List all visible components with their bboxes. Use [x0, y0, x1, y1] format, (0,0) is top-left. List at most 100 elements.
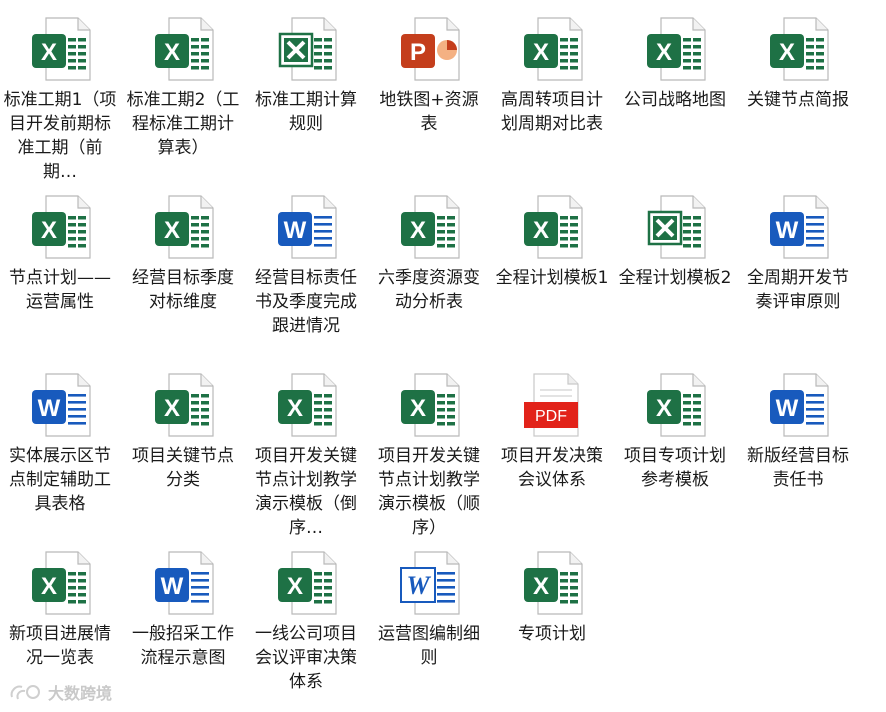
svg-text:X: X — [287, 395, 303, 422]
svg-text:X: X — [410, 395, 426, 422]
file-name: 全周期开发节奏评审原则 — [747, 268, 849, 312]
excel-file-icon: X — [30, 194, 94, 260]
word-file-icon: W — [30, 372, 94, 438]
file-item[interactable]: 标准工期计算规则 — [246, 2, 364, 178]
file-name: 标准工期计算规则 — [255, 90, 357, 134]
svg-text:W: W — [776, 395, 799, 422]
file-name: 标准工期2（工程标准工期计算表） — [126, 90, 240, 158]
file-name: 全程计划模板1 — [495, 268, 609, 288]
file-name: 项目开发关键节点计划教学演示模板（倒序… — [255, 446, 357, 538]
watermark: 大数跨境 — [8, 680, 112, 704]
word-file-icon: W — [153, 550, 217, 616]
file-item[interactable]: X 六季度资源变动分析表 — [369, 180, 487, 356]
excel-file-icon: X — [645, 16, 709, 82]
svg-text:W: W — [776, 217, 799, 244]
file-name: 新项目进展情况一览表 — [9, 624, 111, 668]
excel-file-icon: X — [153, 194, 217, 260]
svg-text:PDF: PDF — [535, 408, 567, 425]
file-name: 项目开发关键节点计划教学演示模板（顺序） — [378, 446, 480, 538]
file-item[interactable]: P 地铁图+资源表 — [369, 2, 487, 178]
file-item[interactable]: X 经营目标季度对标维度 — [123, 180, 241, 356]
powerpoint-file-icon: P — [399, 16, 463, 82]
svg-text:X: X — [779, 39, 795, 66]
svg-text:W: W — [284, 217, 307, 244]
file-item[interactable]: W 全周期开发节奏评审原则 — [738, 180, 856, 356]
file-name: 项目开发决策会议体系 — [501, 446, 603, 490]
svg-text:W: W — [161, 573, 184, 600]
file-name: 项目专项计划参考模板 — [624, 446, 726, 490]
file-grid: X 标准工期1（项目开发前期标准工期（前期… X 标准工期2（工程标准工期计算表） 标准… — [0, 0, 886, 710]
file-item[interactable]: X 专项计划 — [492, 536, 610, 712]
file-item[interactable]: 全程计划模板2 — [615, 180, 733, 356]
file-name: 公司战略地图 — [624, 90, 726, 110]
svg-text:X: X — [533, 573, 549, 600]
excel-file-icon: X — [30, 550, 94, 616]
file-name: 实体展示区节点制定辅助工具表格 — [9, 446, 111, 514]
svg-text:W: W — [38, 395, 61, 422]
file-item[interactable]: X 标准工期1（项目开发前期标准工期（前期… — [0, 2, 118, 182]
file-name: 一线公司项目会议评审决策体系 — [255, 624, 357, 692]
word-file-icon: W — [276, 194, 340, 260]
excel-file-icon: X — [276, 550, 340, 616]
file-name: 专项计划 — [518, 624, 586, 644]
file-item[interactable]: PDF 项目开发决策会议体系 — [492, 358, 610, 534]
file-name: 六季度资源变动分析表 — [378, 268, 480, 312]
svg-text:W: W — [406, 571, 431, 600]
svg-text:X: X — [410, 217, 426, 244]
svg-text:X: X — [41, 573, 57, 600]
excel-file-icon: X — [153, 16, 217, 82]
file-item[interactable]: W 运营图编制细则 — [369, 536, 487, 712]
file-name: 关键节点简报 — [747, 90, 849, 110]
file-name: 新版经营目标责任书 — [747, 446, 849, 490]
file-item[interactable]: X 关键节点简报 — [738, 2, 856, 178]
svg-text:P: P — [410, 39, 426, 66]
file-item[interactable]: X 项目开发关键节点计划教学演示模板（倒序… — [246, 358, 364, 538]
svg-text:X: X — [164, 395, 180, 422]
file-item[interactable]: W 新版经营目标责任书 — [738, 358, 856, 534]
file-name: 一般招采工作流程示意图 — [132, 624, 234, 668]
excel-file-icon: X — [276, 372, 340, 438]
file-item[interactable]: X 项目关键节点分类 — [123, 358, 241, 534]
file-item[interactable]: X 标准工期2（工程标准工期计算表） — [123, 2, 241, 178]
excel-file-icon: X — [645, 372, 709, 438]
svg-text:X: X — [533, 217, 549, 244]
svg-text:X: X — [164, 217, 180, 244]
excel-file-icon: X — [399, 372, 463, 438]
file-item[interactable]: X 一线公司项目会议评审决策体系 — [246, 536, 364, 712]
file-name: 地铁图+资源表 — [379, 90, 479, 134]
file-name: 项目关键节点分类 — [132, 446, 234, 490]
svg-text:X: X — [533, 39, 549, 66]
file-item[interactable]: W 一般招采工作流程示意图 — [123, 536, 241, 712]
file-name: 节点计划——运营属性 — [9, 268, 111, 312]
svg-text:X: X — [41, 217, 57, 244]
excel-file-icon: X — [768, 16, 832, 82]
file-name: 经营目标季度对标维度 — [132, 268, 234, 312]
svg-text:X: X — [41, 39, 57, 66]
svg-text:X: X — [164, 39, 180, 66]
excel-file-icon: X — [399, 194, 463, 260]
excel-file-icon: X — [522, 550, 586, 616]
svg-text:X: X — [656, 395, 672, 422]
file-name: 标准工期1（项目开发前期标准工期（前期… — [3, 90, 117, 182]
file-item[interactable]: X 节点计划——运营属性 — [0, 180, 118, 356]
watermark-text: 大数跨境 — [48, 684, 113, 703]
svg-text:X: X — [656, 39, 672, 66]
file-item[interactable]: X 全程计划模板1 — [492, 180, 610, 356]
word-file-icon: W — [768, 194, 832, 260]
svg-text:X: X — [287, 573, 303, 600]
file-item[interactable]: X 项目专项计划参考模板 — [615, 358, 733, 534]
file-item[interactable]: W 实体展示区节点制定辅助工具表格 — [0, 358, 118, 534]
file-name: 全程计划模板2 — [618, 268, 732, 288]
file-name: 运营图编制细则 — [378, 624, 480, 668]
excel-legacy-file-icon — [276, 16, 340, 82]
word-file-icon: W — [768, 372, 832, 438]
file-item[interactable]: W 经营目标责任书及季度完成跟进情况 — [246, 180, 364, 356]
file-item[interactable]: X 高周转项目计划周期对比表 — [492, 2, 610, 178]
file-item[interactable]: X 公司战略地图 — [615, 2, 733, 178]
excel-file-icon: X — [30, 16, 94, 82]
file-name: 经营目标责任书及季度完成跟进情况 — [255, 268, 357, 336]
excel-file-icon: X — [153, 372, 217, 438]
pdf-file-icon: PDF — [522, 372, 586, 438]
file-item[interactable]: X 项目开发关键节点计划教学演示模板（顺序） — [369, 358, 487, 538]
excel-file-icon: X — [522, 194, 586, 260]
